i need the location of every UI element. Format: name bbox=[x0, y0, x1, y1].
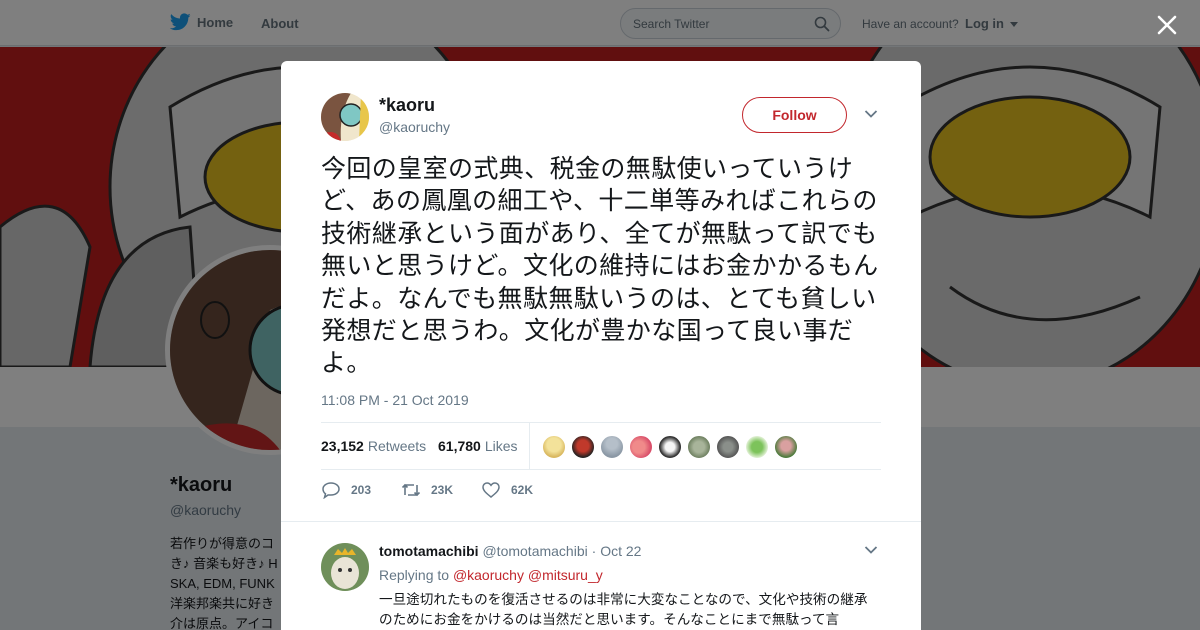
likes-stat[interactable]: 61,780 Likes bbox=[438, 438, 518, 454]
tweet-text: 今回の皇室の式典、税金の無駄使いっていうけど、あの鳳凰の細工や、十二単等みればこ… bbox=[321, 154, 879, 378]
reply-author-name[interactable]: tomotamachibi bbox=[379, 543, 479, 559]
liker-avatar[interactable] bbox=[542, 435, 566, 459]
tweet-actions: 203 23K 62K bbox=[321, 481, 881, 501]
reply-date[interactable]: Oct 22 bbox=[600, 543, 641, 559]
retweet-icon bbox=[401, 483, 421, 497]
mention-link[interactable]: @kaoruchy bbox=[453, 567, 524, 583]
liker-avatar[interactable] bbox=[774, 435, 798, 459]
chevron-down-icon[interactable] bbox=[864, 545, 878, 555]
liker-avatar[interactable] bbox=[629, 435, 653, 459]
tweet-author-avatar-illustration bbox=[321, 93, 369, 141]
tweet-stats: 23,152 Retweets 61,780 Likes bbox=[321, 422, 881, 470]
tweet-modal: *kaoru @kaoruchy Follow 今回の皇室の式典、税金の無駄使い… bbox=[281, 61, 921, 630]
reply-author-handle[interactable]: @tomotamachibi bbox=[482, 543, 587, 559]
retweet-action[interactable]: 23K bbox=[401, 481, 453, 499]
like-action[interactable]: 62K bbox=[481, 481, 533, 499]
likes-count: 61,780 bbox=[438, 438, 481, 454]
tweet-timestamp[interactable]: 11:08 PM - 21 Oct 2019 bbox=[321, 392, 469, 408]
tweet-author-name[interactable]: *kaoru bbox=[379, 95, 435, 116]
liker-avatar[interactable] bbox=[716, 435, 740, 459]
retweets-stat[interactable]: 23,152 Retweets bbox=[321, 438, 426, 454]
reply-author-avatar[interactable] bbox=[321, 543, 369, 591]
retweet-count: 23K bbox=[431, 483, 454, 497]
retweets-count: 23,152 bbox=[321, 438, 364, 454]
replying-to: Replying to @kaoruchy @mitsuru_y bbox=[379, 567, 603, 583]
reply-author-avatar-illustration bbox=[321, 543, 369, 591]
liker-avatar[interactable] bbox=[571, 435, 595, 459]
likes-label: Likes bbox=[484, 438, 518, 454]
reply-action[interactable]: 203 bbox=[321, 481, 371, 499]
reply-tweet[interactable]: tomotamachibi @tomotamachibi · Oct 22 Re… bbox=[281, 521, 921, 630]
tweet-author-handle[interactable]: @kaoruchy bbox=[379, 119, 450, 135]
reply-text: 一旦途切れたものを復活させるのは非常に大変なことなので、文化や技術の継承のために… bbox=[379, 592, 868, 628]
mention-link[interactable]: @mitsuru_y bbox=[528, 567, 603, 583]
heart-icon bbox=[482, 482, 500, 498]
liker-avatar[interactable] bbox=[600, 435, 624, 459]
like-count: 62K bbox=[511, 483, 534, 497]
liker-avatar[interactable] bbox=[687, 435, 711, 459]
follow-button[interactable]: Follow bbox=[742, 97, 847, 133]
reply-count: 203 bbox=[351, 483, 372, 497]
stats-divider bbox=[529, 423, 530, 470]
tweet-author-avatar[interactable] bbox=[321, 93, 369, 141]
liker-avatars bbox=[542, 435, 803, 459]
liker-avatar[interactable] bbox=[658, 435, 682, 459]
chevron-down-icon[interactable] bbox=[864, 109, 878, 119]
reply-icon bbox=[322, 482, 340, 499]
reply-header: tomotamachibi @tomotamachibi · Oct 22 bbox=[379, 543, 641, 559]
retweets-label: Retweets bbox=[367, 438, 427, 454]
reply-separator: · bbox=[591, 543, 597, 559]
liker-avatar[interactable] bbox=[745, 435, 769, 459]
close-icon[interactable] bbox=[1155, 13, 1179, 37]
replying-to-label: Replying to bbox=[379, 567, 450, 583]
